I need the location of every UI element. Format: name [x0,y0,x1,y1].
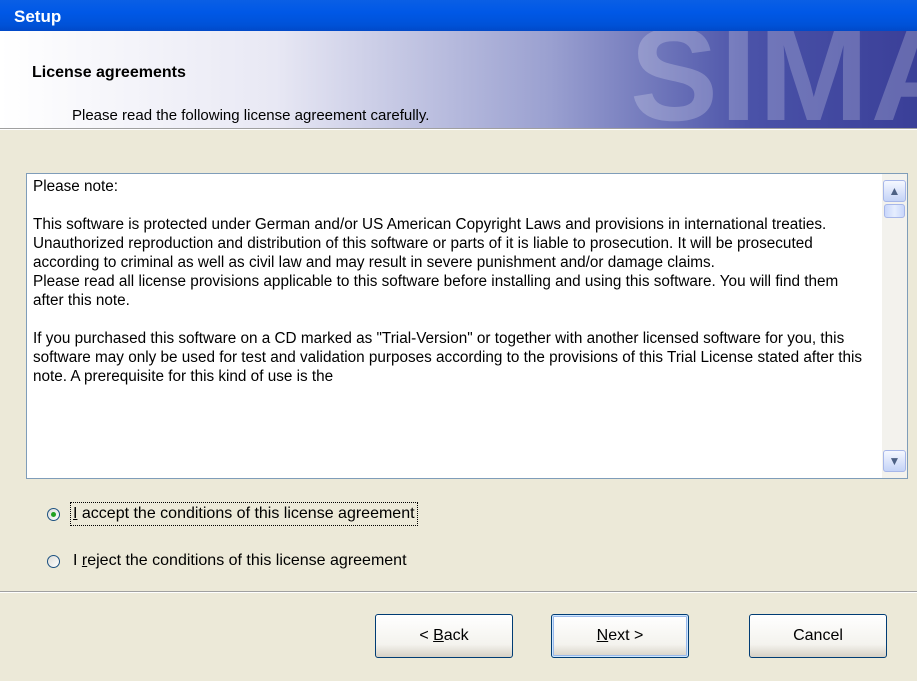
footer-divider [0,591,917,593]
cancel-button[interactable]: Cancel [749,614,887,658]
page-title: License agreements [32,64,186,81]
header-divider [0,128,917,130]
scroll-thumb[interactable] [884,204,905,218]
reject-radio[interactable] [47,554,60,568]
accept-label[interactable]: I accept the conditions of this license … [70,502,418,526]
license-paragraph: If you purchased this software on a CD m… [33,330,863,385]
back-button[interactable]: < Back [375,614,513,658]
license-paragraph: Please read all license provisions appli… [33,273,839,309]
license-text: Please note: This software is protected … [33,177,873,475]
license-paragraph: This software is protected under German … [33,216,827,271]
scroll-up-icon[interactable]: ▲ [883,180,906,202]
accept-radio[interactable] [47,507,60,521]
vertical-scrollbar[interactable]: ▲ ▼ [882,174,907,478]
brand-watermark: SIMA [630,31,917,128]
accept-radio-option[interactable]: I accept the conditions of this license … [47,502,418,526]
reject-label[interactable]: I reject the conditions of this license … [73,552,407,570]
license-text-box[interactable]: Please note: This software is protected … [26,173,908,479]
title-bar[interactable]: Setup [0,0,917,31]
license-paragraph: Please note: [33,178,119,195]
page-subtitle: Please read the following license agreem… [72,107,430,124]
reject-radio-option[interactable]: I reject the conditions of this license … [47,549,407,573]
radio-selected-dot [51,511,56,517]
scroll-down-icon[interactable]: ▼ [883,450,906,472]
window-title: Setup [14,7,62,26]
header-banner: SIMA License agreements Please read the … [0,31,917,128]
next-button[interactable]: Next > [551,614,689,658]
